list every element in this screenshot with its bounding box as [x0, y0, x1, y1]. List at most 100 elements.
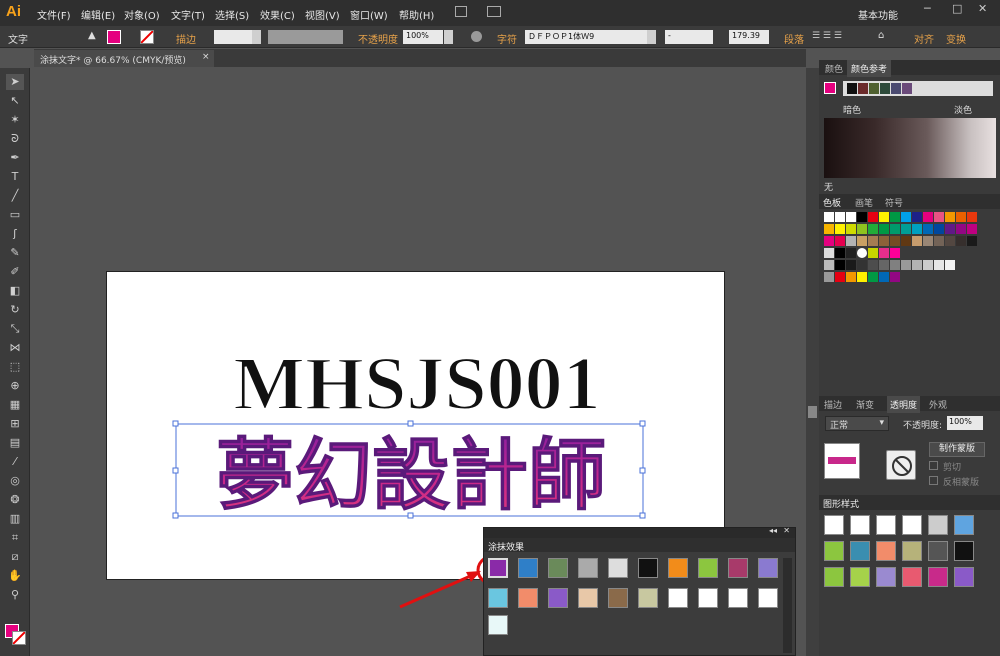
magic-wand-tool-icon[interactable]: ✶ [6, 112, 24, 128]
stroke-weight-dropdown[interactable] [252, 30, 261, 44]
opacity-dropdown[interactable] [444, 30, 453, 44]
artboard-tool-icon[interactable]: ⌗ [6, 530, 24, 546]
minimize-icon[interactable]: ─ [924, 2, 931, 15]
mask-thumbnail[interactable] [886, 450, 916, 480]
blend-tool-icon[interactable]: ◎ [6, 473, 24, 489]
scribble-panel-scrollbar[interactable] [783, 558, 792, 653]
stroke-swatch[interactable] [140, 30, 154, 44]
zoom-tool-icon[interactable]: ⚲ [6, 587, 24, 603]
stroke-color-icon[interactable] [12, 631, 26, 645]
swatch-grid[interactable] [824, 212, 984, 288]
recolor-icon[interactable] [471, 31, 482, 42]
tab-stroke[interactable]: 描边 [824, 398, 842, 411]
line-tool-icon[interactable]: ╱ [6, 188, 24, 204]
rectangle-tool-icon[interactable]: ▭ [6, 207, 24, 223]
menu-object[interactable]: 对象(O) [124, 7, 160, 22]
align-options-icon[interactable]: ⌂ [878, 30, 884, 41]
menu-bar: Ai 文件(F) 编辑(E) 对象(O) 文字(T) 选择(S) 效果(C) 视… [0, 0, 1000, 26]
maximize-icon[interactable]: □ [952, 2, 962, 15]
paragraph-label[interactable]: 段落 [784, 31, 804, 46]
opacity-field[interactable]: 100% [403, 30, 443, 44]
tab-symbols[interactable]: 符号 [885, 196, 903, 209]
eraser-tool-icon[interactable]: ◧ [6, 283, 24, 299]
menu-type[interactable]: 文字(T) [171, 7, 205, 22]
pen-tool-icon[interactable]: ✒ [6, 150, 24, 166]
gradient-tool-icon[interactable]: ▤ [6, 435, 24, 451]
collapse-icon[interactable]: ◂◂ [769, 526, 777, 535]
color-guide-grid[interactable] [824, 118, 996, 178]
tab-brushes[interactable]: 画笔 [855, 196, 873, 209]
scroll-thumb[interactable] [808, 406, 817, 418]
shades-label: 暗色 [843, 106, 862, 116]
transform-label[interactable]: 变换 [946, 31, 966, 46]
tab-swatches[interactable]: 色板 [823, 196, 841, 209]
tab-transparency[interactable]: 透明度 [887, 396, 921, 413]
direct-selection-tool-icon[interactable]: ↖ [6, 93, 24, 109]
graphic-styles-title: 图形样式 [823, 500, 860, 510]
transparency-opacity-field[interactable]: 100% [947, 416, 983, 430]
opacity-label[interactable]: 不透明度 [358, 31, 398, 46]
bridge-icon[interactable] [455, 6, 467, 17]
selection-tool-icon[interactable]: ➤ [6, 74, 24, 90]
vertical-scrollbar[interactable] [806, 68, 819, 656]
tab-color[interactable]: 颜色 [825, 62, 843, 75]
align-label[interactable]: 对齐 [914, 31, 934, 46]
clip-checkbox[interactable] [929, 461, 938, 470]
pencil-tool-icon[interactable]: ✎ [6, 245, 24, 261]
tab-gradient[interactable]: 渐变 [856, 398, 874, 411]
fill-swatch[interactable] [107, 30, 121, 44]
menu-file[interactable]: 文件(F) [37, 7, 71, 22]
lasso-tool-icon[interactable]: ᘐ [6, 131, 24, 147]
stroke-weight-field[interactable] [214, 30, 252, 44]
eyedropper-tool-icon[interactable]: ⁄ [6, 454, 24, 470]
scale-tool-icon[interactable]: ⤡ [6, 321, 24, 337]
perspective-grid-tool-icon[interactable]: ▦ [6, 397, 24, 413]
stroke-label[interactable]: 描边 [176, 31, 196, 46]
blend-mode-select[interactable]: 正常 ▾ [825, 416, 889, 431]
document-tab[interactable]: 涂抹文字* @ 66.67% (CMYK/预览) × [34, 50, 214, 67]
harmony-rules-bar[interactable] [843, 81, 993, 96]
object-thumbnail[interactable] [824, 443, 860, 479]
menu-help[interactable]: 帮助(H) [399, 7, 434, 22]
font-family-field[interactable]: ＤＦＰＯＰ1体Ｗ9 [525, 30, 647, 44]
scribble-panel-grip[interactable]: ◂◂ ✕ [484, 526, 795, 538]
font-family-dropdown[interactable] [647, 30, 656, 44]
type-tool-icon[interactable]: T [6, 169, 24, 185]
close-panel-icon[interactable]: ✕ [783, 526, 790, 535]
arrange-documents-icon[interactable] [487, 6, 501, 17]
slice-tool-icon[interactable]: ⧄ [6, 549, 24, 565]
base-color-swatch[interactable] [824, 82, 836, 94]
align-buttons[interactable]: ☰ ☰ ☰ [812, 31, 862, 43]
text-line-1[interactable]: MHSJS001 [232, 341, 601, 427]
invert-mask-checkbox[interactable] [929, 476, 938, 485]
symbol-sprayer-tool-icon[interactable]: ❂ [6, 492, 24, 508]
shape-builder-tool-icon[interactable]: ⊕ [6, 378, 24, 394]
text-line-2[interactable]: 夢幻設計師 [215, 431, 606, 522]
character-label[interactable]: 字符 [497, 31, 517, 46]
close-tab-icon[interactable]: × [202, 52, 210, 62]
rotate-tool-icon[interactable]: ↻ [6, 302, 24, 318]
column-graph-tool-icon[interactable]: ▥ [6, 511, 24, 527]
tab-color-guide[interactable]: 颜色参考 [847, 60, 892, 77]
graphic-styles-grid[interactable] [824, 515, 979, 595]
scribble-style-grid[interactable] [488, 558, 778, 638]
hand-tool-icon[interactable]: ✋ [6, 568, 24, 584]
menu-select[interactable]: 选择(S) [215, 7, 249, 22]
tab-appearance[interactable]: 外观 [929, 398, 947, 411]
blob-brush-tool-icon[interactable]: ✐ [6, 264, 24, 280]
menu-window[interactable]: 窗口(W) [350, 7, 388, 22]
paintbrush-tool-icon[interactable]: ʃ [6, 226, 24, 242]
menu-view[interactable]: 视图(V) [305, 7, 340, 22]
variable-width-field[interactable] [268, 30, 343, 44]
menu-edit[interactable]: 编辑(E) [81, 7, 115, 22]
free-transform-tool-icon[interactable]: ⬚ [6, 359, 24, 375]
menu-effect[interactable]: 效果(C) [260, 7, 295, 22]
font-size-field[interactable]: 179.39 [729, 30, 769, 44]
font-style-field[interactable]: - [665, 30, 713, 44]
width-tool-icon[interactable]: ⋈ [6, 340, 24, 356]
make-mask-button[interactable]: 制作蒙版 [929, 442, 985, 457]
color-panel-header: 颜色 颜色参考 [819, 60, 1000, 77]
close-icon[interactable]: ✕ [978, 2, 987, 15]
workspace-switcher[interactable]: 基本功能 [858, 7, 898, 22]
mesh-tool-icon[interactable]: ⊞ [6, 416, 24, 432]
